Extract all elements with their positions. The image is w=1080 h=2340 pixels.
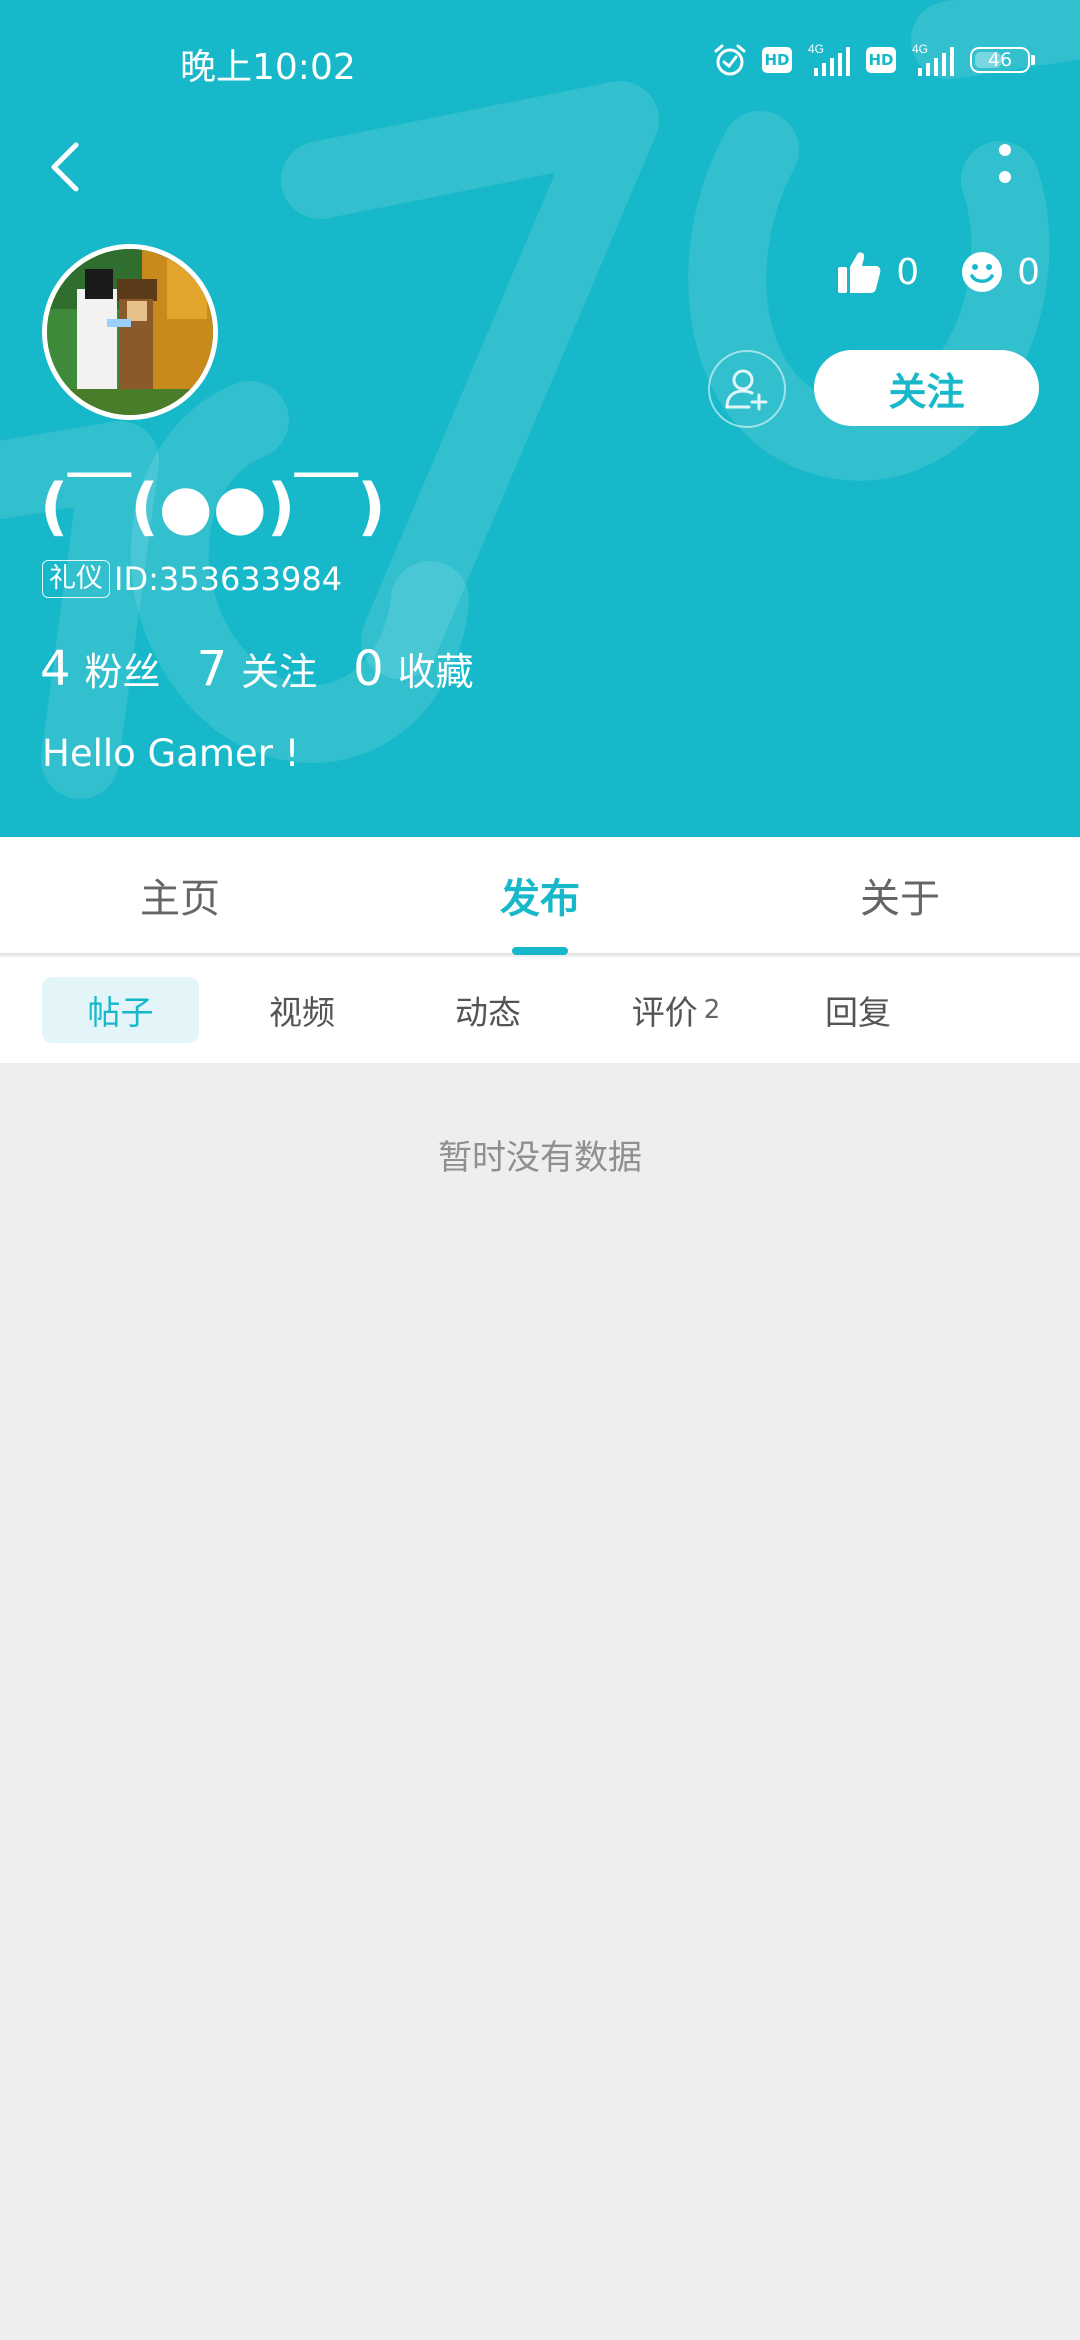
following-count: 7 bbox=[196, 641, 228, 697]
tab-home-label: 主页 bbox=[140, 876, 220, 922]
alarm-icon bbox=[714, 44, 746, 76]
more-vertical-icon bbox=[999, 144, 1011, 183]
thumbs-up-icon bbox=[838, 252, 881, 293]
svg-text:4G: 4G bbox=[808, 42, 824, 56]
empty-state-text: 暂时没有数据 bbox=[438, 1138, 642, 1178]
favorites-count: 0 bbox=[353, 641, 384, 697]
battery-level: 46 bbox=[987, 49, 1013, 71]
signal-2-icon: 4G bbox=[912, 42, 954, 76]
smile-icon bbox=[962, 252, 1003, 292]
tab-about-label: 关于 bbox=[860, 876, 940, 922]
username: (￣(●●)￣) bbox=[40, 470, 386, 543]
fans-label: 粉丝 bbox=[84, 650, 161, 694]
subtab-moments[interactable]: 动态 bbox=[418, 977, 558, 1043]
tab-about[interactable]: 关于 bbox=[720, 837, 1080, 953]
user-bio: Hello Gamer ! bbox=[42, 732, 300, 775]
more-options-button[interactable] bbox=[980, 132, 1030, 202]
subtab-videos[interactable]: 视频 bbox=[232, 977, 372, 1043]
back-button[interactable] bbox=[36, 132, 96, 202]
profile-header: 晚上10:02 HD 4G HD 4G 46 0 0 关注 (￣(●●)￣) 礼… bbox=[0, 0, 1080, 837]
status-icons: HD 4G HD 4G 46 bbox=[712, 40, 1035, 80]
battery-indicator: 46 bbox=[970, 47, 1035, 73]
avatar-image bbox=[47, 249, 213, 415]
sub-tabs: 帖子 视频 动态 评价 2 回复 bbox=[0, 957, 1080, 1063]
status-bar: 晚上10:02 HD 4G HD 4G 46 bbox=[0, 0, 1080, 120]
smile-count: 0 bbox=[1017, 251, 1040, 293]
subtab-replies[interactable]: 回复 bbox=[788, 977, 928, 1043]
subtab-replies-label: 回复 bbox=[825, 993, 891, 1032]
user-badge[interactable]: 礼仪 bbox=[42, 560, 110, 598]
profile-counts: 4 粉丝 7 关注 0 收藏 bbox=[40, 636, 510, 702]
subtab-reviews-label: 评价 bbox=[631, 993, 698, 1032]
tab-home[interactable]: 主页 bbox=[0, 837, 360, 953]
main-tabs: 主页 发布 关于 bbox=[0, 837, 1080, 955]
profile-reactions: 0 0 bbox=[794, 244, 1040, 300]
hd-badge-1: HD bbox=[762, 47, 792, 73]
fans-count-item[interactable]: 4 粉丝 bbox=[40, 641, 161, 697]
following-count-item[interactable]: 7 关注 bbox=[197, 641, 318, 697]
smile-stat[interactable]: 0 bbox=[961, 251, 1040, 293]
likes-count: 0 bbox=[896, 251, 920, 293]
active-tab-indicator bbox=[512, 947, 568, 955]
user-id-row: 礼仪 ID:353633984 bbox=[42, 558, 342, 600]
subtab-moments-label: 动态 bbox=[455, 993, 521, 1032]
tab-posts-label: 发布 bbox=[500, 876, 580, 922]
user-id: ID:353633984 bbox=[114, 560, 343, 598]
hd-badge-2: HD bbox=[866, 47, 896, 73]
fans-count: 4 bbox=[40, 641, 71, 697]
avatar[interactable] bbox=[42, 244, 218, 420]
tab-posts[interactable]: 发布 bbox=[360, 837, 720, 955]
add-friend-button[interactable] bbox=[708, 350, 786, 428]
favorites-label: 收藏 bbox=[397, 650, 474, 694]
likes-stat[interactable]: 0 bbox=[836, 249, 919, 295]
favorites-count-item[interactable]: 0 收藏 bbox=[353, 641, 474, 697]
subtab-threads-label: 帖子 bbox=[87, 993, 154, 1032]
signal-1-icon: 4G bbox=[808, 42, 850, 76]
follow-button[interactable]: 关注 bbox=[814, 350, 1039, 426]
add-user-icon bbox=[725, 369, 768, 411]
subtab-threads[interactable]: 帖子 bbox=[42, 977, 199, 1043]
subtab-videos-label: 视频 bbox=[269, 993, 335, 1032]
back-arrow-icon bbox=[51, 142, 79, 192]
status-time: 晚上10:02 bbox=[180, 47, 356, 88]
svg-text:4G: 4G bbox=[912, 42, 928, 56]
following-label: 关注 bbox=[241, 650, 318, 694]
subtab-reviews[interactable]: 评价 2 bbox=[606, 977, 746, 1043]
subtab-reviews-count: 2 bbox=[703, 995, 721, 1025]
